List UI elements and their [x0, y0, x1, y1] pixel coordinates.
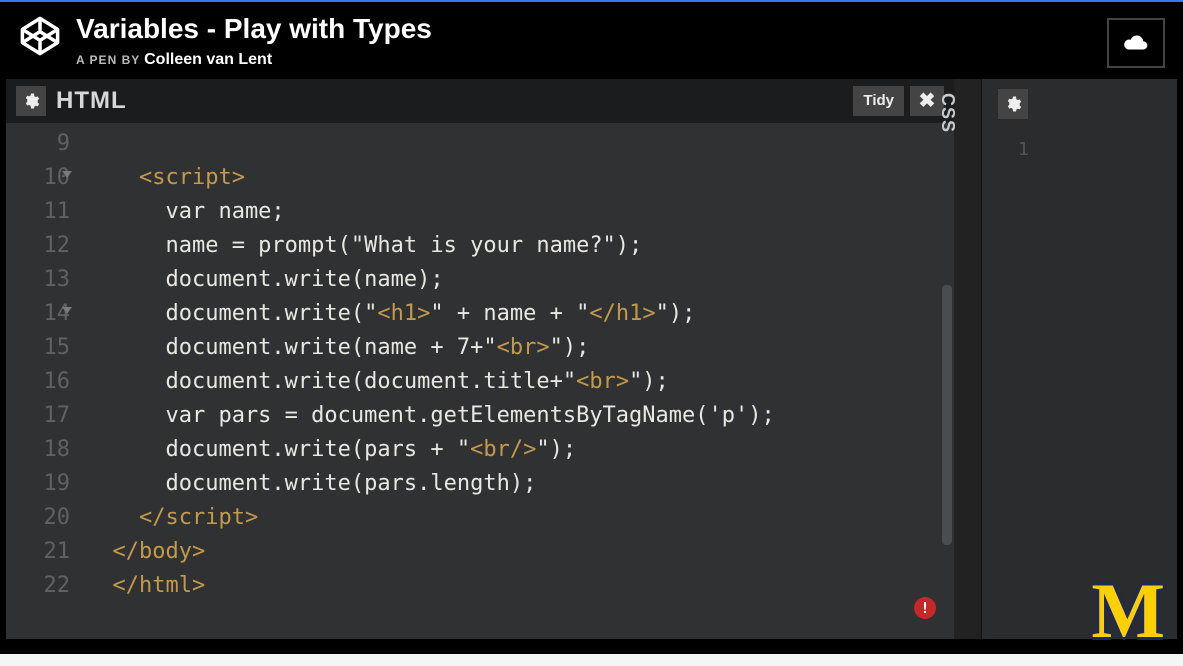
line-number: 22 — [6, 569, 70, 603]
html-settings-button[interactable] — [16, 86, 46, 116]
line-number-gutter: 910111213141516171819202122 — [6, 123, 80, 639]
line-number: 9 — [6, 127, 70, 161]
code-line[interactable]: name = prompt("What is your name?"); — [86, 229, 954, 263]
code-line[interactable]: <script> — [86, 161, 954, 195]
fold-arrow-icon[interactable] — [62, 171, 72, 178]
byline: A PEN BY Colleen van Lent — [76, 51, 1107, 69]
title-block: Variables - Play with Types A PEN BY Col… — [76, 14, 1107, 69]
code-line[interactable]: document.write("<h1>" + name + "</h1>"); — [86, 297, 954, 331]
css-line-number: 1 — [1018, 139, 1029, 160]
html-panel: HTML Tidy ✖ 910111213141516171819202122 … — [6, 79, 954, 639]
vertical-scrollbar[interactable] — [942, 285, 952, 545]
html-panel-bar: HTML Tidy ✖ — [6, 79, 954, 123]
line-number: 10 — [6, 161, 70, 195]
line-number: 12 — [6, 229, 70, 263]
byline-label: A PEN BY — [76, 53, 140, 67]
line-number: 19 — [6, 467, 70, 501]
html-code-editor[interactable]: 910111213141516171819202122 <script> var… — [6, 123, 954, 639]
cloud-icon — [1123, 34, 1149, 52]
html-panel-label: HTML — [56, 87, 127, 115]
codepen-logo-icon — [18, 14, 62, 58]
line-number: 20 — [6, 501, 70, 535]
code-line[interactable]: document.write(name); — [86, 263, 954, 297]
save-cloud-button[interactable] — [1107, 18, 1165, 68]
code-line[interactable]: </script> — [86, 501, 954, 535]
css-settings-button[interactable] — [998, 89, 1028, 119]
gear-icon — [1004, 95, 1022, 113]
header: Variables - Play with Types A PEN BY Col… — [0, 2, 1183, 79]
css-panel-label: CSS — [937, 93, 958, 133]
tidy-button[interactable]: Tidy — [853, 86, 904, 116]
line-number: 21 — [6, 535, 70, 569]
line-number: 11 — [6, 195, 70, 229]
line-number: 14 — [6, 297, 70, 331]
code-line[interactable]: var name; — [86, 195, 954, 229]
line-number: 16 — [6, 365, 70, 399]
workspace: HTML Tidy ✖ 910111213141516171819202122 … — [6, 79, 1177, 639]
gear-icon — [22, 92, 40, 110]
css-panel: CSS 1 — [954, 79, 1177, 639]
footer-bar — [0, 654, 1183, 666]
code-body[interactable]: <script> var name; name = prompt("What i… — [80, 123, 954, 639]
code-line[interactable]: document.write(pars + "<br/>"); — [86, 433, 954, 467]
line-number: 13 — [6, 263, 70, 297]
fold-arrow-icon[interactable] — [62, 307, 72, 314]
code-line[interactable]: </html> — [86, 569, 954, 603]
css-code-editor[interactable]: 1 — [982, 79, 1177, 639]
byline-author[interactable]: Colleen van Lent — [144, 51, 272, 68]
code-line[interactable]: </body> — [86, 535, 954, 569]
error-badge[interactable]: ! — [914, 597, 936, 619]
code-line[interactable]: document.write(document.title+"<br>"); — [86, 365, 954, 399]
code-line[interactable]: document.write(name + 7+"<br>"); — [86, 331, 954, 365]
code-line[interactable]: var pars = document.getElementsByTagName… — [86, 399, 954, 433]
code-line[interactable] — [86, 127, 954, 161]
pen-title: Variables - Play with Types — [76, 14, 1107, 45]
line-number: 17 — [6, 399, 70, 433]
line-number: 15 — [6, 331, 70, 365]
css-panel-tab[interactable]: CSS — [954, 79, 982, 639]
code-line[interactable]: document.write(pars.length); — [86, 467, 954, 501]
line-number: 18 — [6, 433, 70, 467]
